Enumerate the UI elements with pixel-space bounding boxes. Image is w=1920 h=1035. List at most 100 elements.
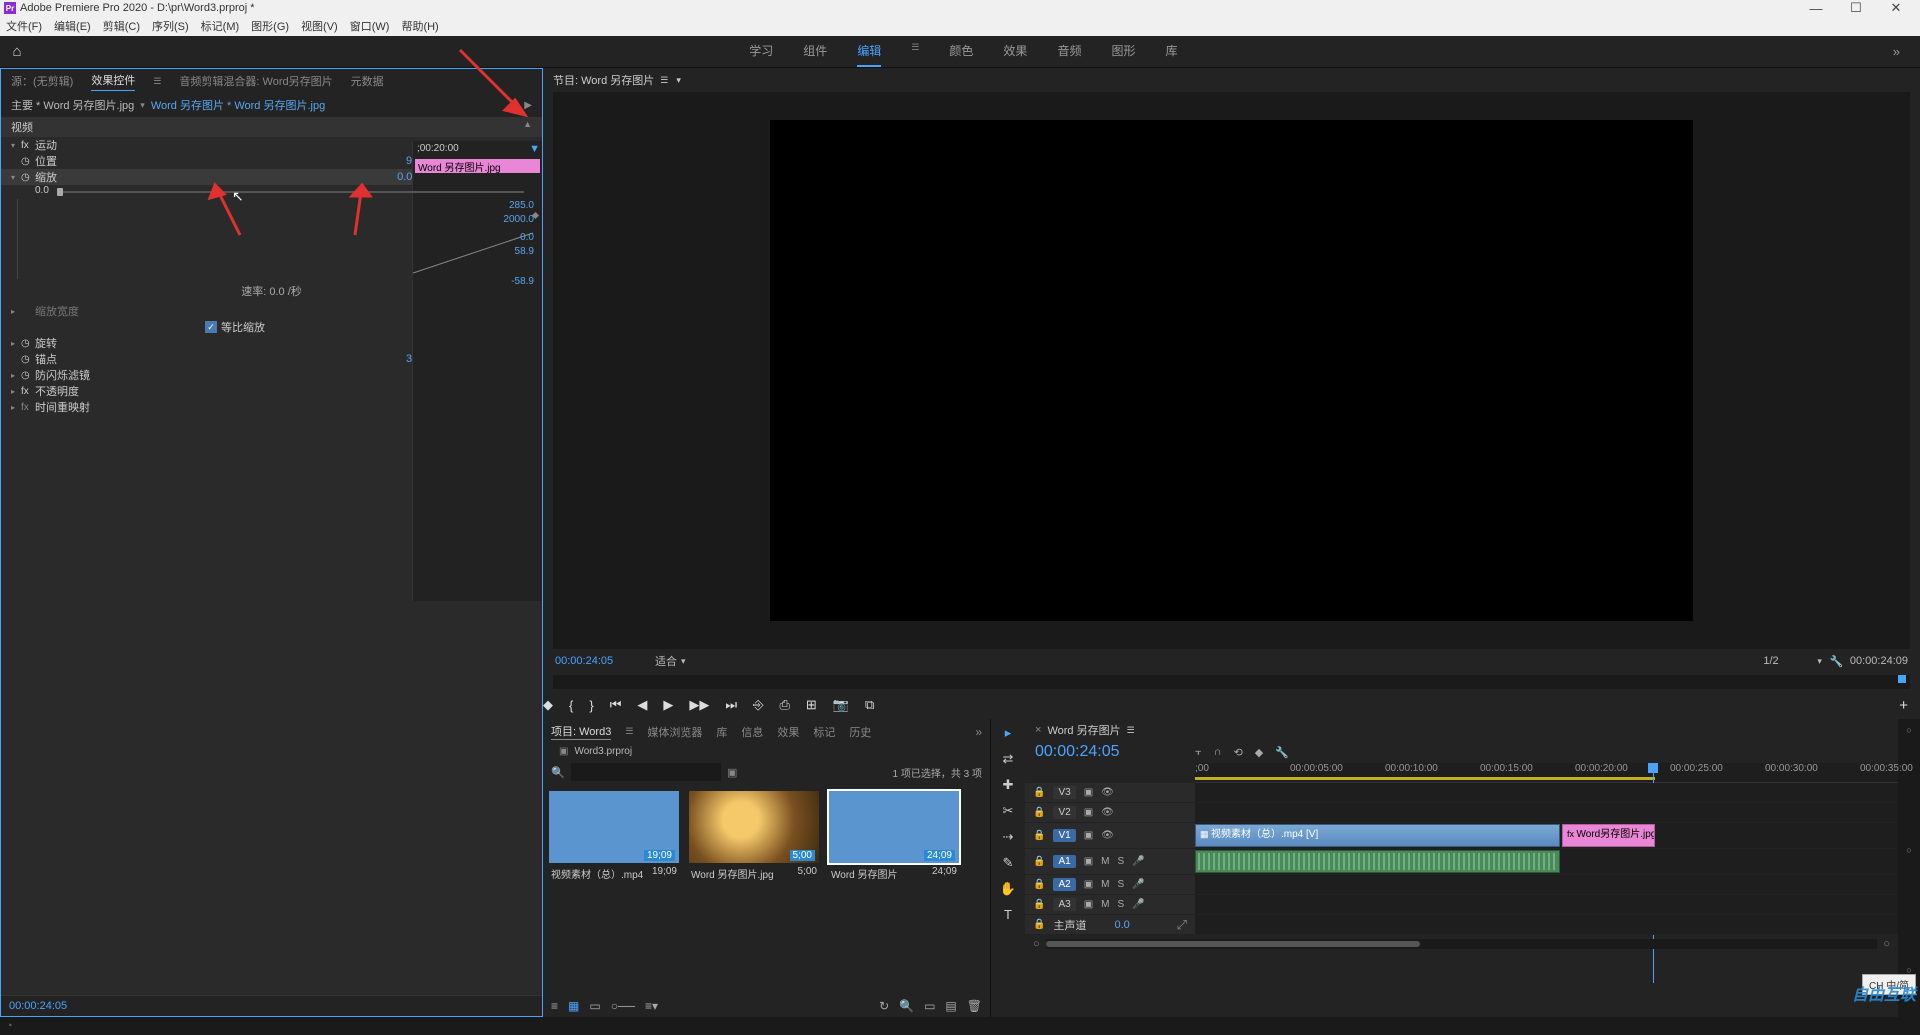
proj-tab-info[interactable]: 信息 <box>741 724 763 740</box>
settings-icon[interactable]: 🔧 <box>1275 746 1289 759</box>
step-fwd-icon[interactable]: ▶▶ <box>689 697 709 713</box>
nest-icon[interactable]: ⫟ <box>1195 746 1202 759</box>
clip-image[interactable]: fx Word另存图片.jpg <box>1562 824 1655 847</box>
expand-icon[interactable]: ▸ <box>11 371 21 380</box>
scale-chevron-icon[interactable]: ▾ <box>1817 656 1822 667</box>
step-back-icon[interactable]: ◀ <box>637 697 647 713</box>
source-timecode[interactable]: 00:00:24:05 <box>1 995 542 1016</box>
collapse-icon[interactable]: ▲ <box>523 119 532 135</box>
track-head-a2[interactable]: 🔒A2▣MS🎤 <box>1025 875 1195 895</box>
proj-tab-library[interactable]: 库 <box>716 724 727 740</box>
uniform-checkbox[interactable]: ✓ <box>205 321 217 333</box>
zoom-slider[interactable]: ○── <box>611 999 635 1013</box>
menu-edit[interactable]: 编辑(E) <box>54 18 91 34</box>
expand-icon[interactable]: ▾ <box>11 141 21 150</box>
expand-icon[interactable]: ▸ <box>11 339 21 348</box>
track-tag[interactable]: A2 <box>1053 878 1075 891</box>
src-tab-menu-icon[interactable]: ☰ <box>153 76 161 87</box>
track-head-v3[interactable]: 🔒V3▣👁 <box>1025 783 1195 803</box>
ripple-tool-icon[interactable]: ✚ <box>1003 777 1014 793</box>
thumb-sequence[interactable]: 24;09 <box>829 791 959 863</box>
menu-file[interactable]: 文件(F) <box>6 18 42 34</box>
stopwatch-icon[interactable]: ◷ <box>21 370 35 381</box>
track-content[interactable] <box>1195 849 1898 875</box>
playhead-icon[interactable] <box>1898 675 1906 683</box>
auto-icon[interactable]: ↻ <box>879 999 889 1013</box>
track-content[interactable] <box>1195 875 1898 895</box>
ws-tab-audio[interactable]: 音频 <box>1057 36 1081 67</box>
fit-chevron-icon[interactable]: ▾ <box>681 656 686 667</box>
selection-tool-icon[interactable]: ▸ <box>1005 725 1012 741</box>
src-tab-effects[interactable]: 效果控件 <box>91 72 135 91</box>
hand-tool-icon[interactable]: ✋ <box>1000 881 1016 897</box>
proj-tab-media[interactable]: 媒体浏览器 <box>647 724 702 740</box>
expand-icon[interactable]: ▾ <box>11 173 21 182</box>
lock-icon[interactable]: 🔒 <box>1033 856 1045 867</box>
toggle-output-icon[interactable]: ▣ <box>1084 856 1093 867</box>
new-item-icon[interactable]: ▤ <box>945 999 956 1013</box>
program-tab[interactable]: 节目: Word 另存图片 <box>553 72 654 88</box>
maximize-button[interactable]: ☐ <box>1836 0 1876 16</box>
track-tag[interactable]: A1 <box>1053 855 1075 868</box>
in-point-icon[interactable]: { <box>569 698 573 713</box>
stopwatch-icon[interactable]: ◷ <box>21 338 35 349</box>
program-scrubber[interactable] <box>553 675 1910 689</box>
project-item[interactable]: 5;00 Word 另存图片.jpg5;00 <box>689 791 819 884</box>
proj-overflow-icon[interactable]: » <box>975 725 982 739</box>
goto-in-icon[interactable]: ⏮ <box>610 697 622 713</box>
sort-icon[interactable]: ≡▾ <box>645 999 658 1013</box>
thumb-image[interactable]: 5;00 <box>689 791 819 863</box>
play-icon[interactable]: ▶ <box>663 697 673 713</box>
src-tab-metadata[interactable]: 元数据 <box>351 73 384 89</box>
razor-tool-icon[interactable]: ✂ <box>1003 803 1014 819</box>
new-bin-icon[interactable]: ▭ <box>924 999 935 1013</box>
snapshot-icon[interactable]: 📷 <box>833 697 849 713</box>
toggle-output-icon[interactable]: ▣ <box>1084 807 1093 818</box>
thumb-video[interactable]: 19;09 <box>549 791 679 863</box>
scroll-thumb[interactable] <box>1046 941 1420 947</box>
track-head-a3[interactable]: 🔒A3▣MS🎤 <box>1025 895 1195 915</box>
mic-icon[interactable]: 🎤 <box>1132 856 1144 867</box>
lock-icon[interactable]: 🔒 <box>1033 899 1045 910</box>
lock-icon[interactable]: 🔒 <box>1033 787 1045 798</box>
toggle-output-icon[interactable]: ▣ <box>1084 899 1093 910</box>
stopwatch-icon[interactable]: ◷ <box>21 354 35 365</box>
zoom-in-icon[interactable]: ○ <box>1883 938 1890 950</box>
fit-select[interactable]: 适合 <box>655 653 677 669</box>
mini-playhead-icon[interactable]: ▼ <box>529 143 540 155</box>
track-select-tool-icon[interactable]: ⇄ <box>1003 751 1014 767</box>
ws-tab-library[interactable]: 库 <box>1165 36 1177 67</box>
trash-icon[interactable]: 🗑 <box>967 999 982 1013</box>
ws-menu-icon[interactable]: ☰ <box>911 36 919 67</box>
expand-icon[interactable]: ▸ <box>11 403 21 412</box>
slider-handle[interactable] <box>57 188 63 196</box>
proj-menu-icon[interactable]: ☰ <box>625 726 633 737</box>
find-icon[interactable]: 🔍 <box>899 999 914 1013</box>
out-point-icon[interactable]: } <box>589 698 593 713</box>
eye-icon[interactable]: 👁 <box>1101 830 1114 841</box>
scale-graph[interactable]: 285.0 2000.0 0.0 58.9 -58.9 <box>17 199 542 279</box>
ws-overflow-icon[interactable]: » <box>1893 44 1900 59</box>
meter-zoom-icon[interactable]: ○ <box>1906 845 1911 855</box>
stopwatch-icon[interactable]: ◷ <box>21 172 35 183</box>
track-head-master[interactable]: 🔒主声道0.0⤢ <box>1025 915 1195 935</box>
ws-tab-graphics[interactable]: 图形 <box>1111 36 1135 67</box>
track-content[interactable] <box>1195 915 1898 935</box>
track-head-a1[interactable]: 🔒A1▣MS🎤 <box>1025 849 1195 875</box>
lock-icon[interactable]: 🔒 <box>1033 879 1045 890</box>
menu-view[interactable]: 视图(V) <box>301 18 338 34</box>
view-icon-icon[interactable]: ▦ <box>568 999 579 1013</box>
type-tool-icon[interactable]: T <box>1004 907 1012 922</box>
proj-tab-project[interactable]: 项目: Word3 <box>551 723 611 740</box>
tab-dropdown-icon[interactable]: ▾ <box>676 75 681 86</box>
track-tag[interactable]: V3 <box>1053 786 1075 799</box>
toggle-output-icon[interactable]: ▣ <box>1084 787 1093 798</box>
export-frame-icon[interactable]: ⊞ <box>806 697 817 713</box>
tab-menu-icon[interactable]: ☰ <box>660 75 668 86</box>
program-timecode[interactable]: 00:00:24:05 <box>555 655 645 667</box>
zoom-out-icon[interactable]: ○ <box>1033 938 1040 950</box>
goto-out-icon[interactable]: ⏭ <box>725 697 737 713</box>
scale-slider[interactable] <box>57 191 524 193</box>
src-tab-mixer[interactable]: 音频剪辑混合器: Word另存图片 <box>179 73 332 89</box>
play-icon[interactable]: ▶ <box>524 100 532 111</box>
